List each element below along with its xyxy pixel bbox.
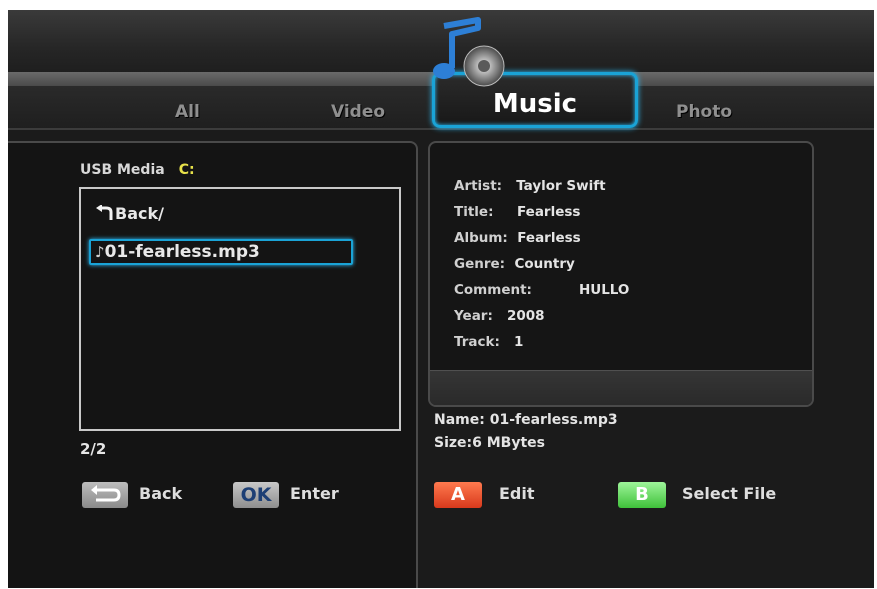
year-value: 2008 [506, 308, 545, 324]
back-arrow-icon [96, 204, 113, 220]
tab-video[interactable]: Video [331, 102, 385, 122]
info-artist: Artist: Taylor Swift [454, 178, 606, 194]
title-label: Title: [454, 204, 494, 220]
title-value: Fearless [516, 204, 581, 220]
album-label: Album: [454, 230, 508, 246]
file-name: 01-fearless.mp3 [104, 242, 260, 262]
info-genre: Genre: Country [454, 256, 575, 272]
artist-label: Artist: [454, 178, 503, 194]
select-file-hint: Select File [682, 484, 777, 503]
comment-label: Comment: [454, 282, 532, 298]
track-label: Track: [454, 334, 500, 350]
artist-value: Taylor Swift [516, 178, 606, 194]
size-label: Size: [434, 435, 473, 451]
edit-hint: Edit [499, 484, 535, 503]
info-panel-footer [430, 370, 812, 405]
info-track: Track: 1 [454, 334, 523, 350]
ok-key[interactable]: OK [233, 482, 279, 508]
tab-music-label: Music [492, 89, 578, 119]
a-key[interactable]: A [434, 482, 482, 508]
info-year: Year: 2008 [454, 308, 545, 324]
info-comment: Comment: HULLO [454, 282, 629, 298]
name-value: 01-fearless.mp3 [489, 412, 618, 428]
tab-all[interactable]: All [175, 102, 200, 122]
track-value: 1 [513, 334, 524, 350]
tab-photo[interactable]: Photo [676, 102, 732, 122]
device-label: USB Media C: [80, 162, 195, 178]
album-value: Fearless [517, 230, 581, 246]
comment-value: HULLO [578, 282, 630, 298]
info-album: Album: Fearless [454, 230, 581, 246]
device-name: USB Media [80, 162, 165, 178]
file-size-detail: Size:6 MBytes [434, 435, 545, 451]
genre-label: Genre: [454, 256, 506, 272]
file-name-detail: Name: 01-fearless.mp3 [434, 412, 618, 428]
back-label: Back/ [115, 204, 164, 223]
media-player-screen: All Video Photo Music USB Media C: Back/ [8, 10, 874, 588]
return-key-icon[interactable] [82, 482, 128, 508]
track-info-panel: Artist: Taylor Swift Title: Fearless Alb… [428, 141, 814, 407]
name-label: Name: [434, 412, 485, 428]
b-key[interactable]: B [618, 482, 666, 508]
size-value: 6 MBytes [472, 435, 545, 451]
info-title: Title: Fearless [454, 204, 580, 220]
page-counter: 2/2 [80, 440, 107, 458]
music-note-icon [433, 17, 505, 87]
genre-value: Country [514, 256, 575, 272]
music-file-icon: ♪ [95, 243, 105, 261]
year-label: Year: [454, 308, 493, 324]
back-hint: Back [139, 484, 183, 503]
drive-letter: C: [178, 162, 195, 178]
enter-hint: Enter [290, 484, 339, 503]
list-item-back[interactable]: Back/ [95, 204, 164, 223]
file-list[interactable]: Back/ ♪01-fearless.mp3 [79, 187, 401, 431]
list-item-selected-file[interactable]: ♪01-fearless.mp3 [89, 239, 353, 265]
